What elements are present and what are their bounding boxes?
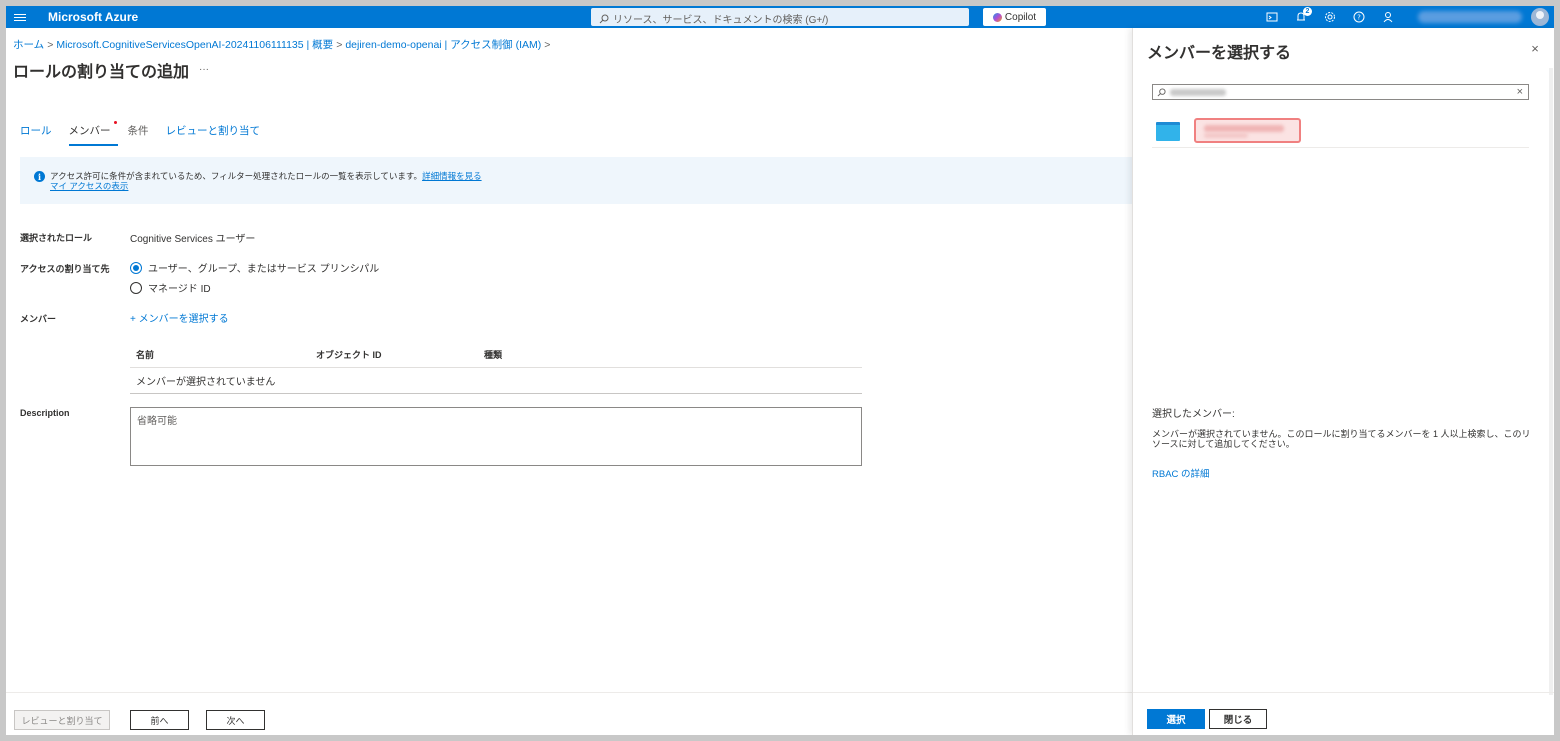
settings-icon[interactable]	[1322, 9, 1338, 25]
info-message: アクセス許可に条件が含まれているため、フィルター処理されたロールの一覧を表示して…	[50, 171, 423, 181]
members-table: 名前 オブジェクト ID 種類 メンバーが選択されていません	[130, 342, 862, 394]
selected-role-value: Cognitive Services ユーザー	[130, 234, 256, 245]
page-title: ロールの割り当ての追加	[13, 64, 190, 81]
breadcrumb-iam[interactable]: dejiren-demo-openai | アクセス制御 (IAM)	[345, 39, 541, 51]
tab-members[interactable]: メンバー	[68, 121, 118, 146]
selected-members-description: メンバーが選択されていません。このロールに割り当てるメンバーを 1 人以上検索し…	[1152, 429, 1531, 449]
my-access-link[interactable]: マイ アクセスの表示	[50, 181, 128, 191]
info-banner: i アクセス許可に条件が含まれているため、フィルター処理されたロールの一覧を表示…	[20, 157, 1132, 204]
search-icon	[1157, 87, 1166, 96]
rbac-details-link[interactable]: RBAC の詳細	[1152, 466, 1210, 480]
tab-role[interactable]: ロール	[20, 123, 59, 146]
close-icon[interactable]: ×	[1529, 41, 1541, 56]
search-query-redacted	[1170, 88, 1226, 96]
app-registration-icon	[1156, 122, 1180, 141]
selected-members-label: 選択したメンバー:	[1152, 409, 1235, 420]
breadcrumb-separator: >	[47, 39, 54, 51]
radio-label-managed-identity: マネージド ID	[148, 284, 211, 295]
help-icon[interactable]: ?	[1351, 9, 1367, 25]
breadcrumb: ホーム > Microsoft.CognitiveServicesOpenAI-20…	[13, 37, 553, 52]
select-members-panel: メンバーを選択する × × 選択したメンバー: メンバーが選択されていません。こ…	[1132, 28, 1554, 735]
notification-badge: 2	[1303, 7, 1312, 16]
search-placeholder: リソース、サービス、ドキュメントの検索 (G+/)	[613, 15, 829, 26]
tab-review-assign[interactable]: レビューと割り当て	[166, 123, 268, 146]
column-object-id: オブジェクト ID	[316, 350, 382, 360]
highlighted-result-redacted[interactable]	[1194, 118, 1301, 143]
close-button[interactable]: 閉じる	[1209, 709, 1267, 729]
radio-user-group-sp[interactable]: ユーザー、グループ、またはサービス プリンシパル	[130, 260, 379, 275]
scrollbar-thumb[interactable]	[1549, 68, 1553, 695]
result-subtext-redacted	[1204, 133, 1248, 138]
table-header: 名前 オブジェクト ID 種類	[130, 342, 862, 368]
member-search-input[interactable]: ×	[1152, 84, 1529, 100]
cloud-shell-icon[interactable]	[1264, 9, 1280, 25]
description-label: Description	[20, 408, 70, 418]
more-options-icon[interactable]: ···	[199, 64, 209, 75]
tab-conditions[interactable]: 条件	[128, 123, 156, 146]
avatar[interactable]	[1531, 8, 1549, 26]
account-name-redacted[interactable]	[1418, 11, 1522, 23]
breadcrumb-separator: >	[544, 39, 551, 51]
copilot-icon	[992, 12, 1002, 22]
brand-title[interactable]: Microsoft Azure	[48, 10, 138, 24]
radio-managed-identity[interactable]: マネージド ID	[130, 280, 211, 295]
search-result-item[interactable]	[1152, 118, 1529, 148]
menu-icon[interactable]	[14, 10, 26, 24]
review-assign-button[interactable]: レビューと割り当て	[14, 710, 110, 730]
table-empty-message: メンバーが選択されていません	[130, 368, 862, 394]
info-icon: i	[34, 171, 45, 182]
clear-search-icon[interactable]: ×	[1517, 86, 1523, 98]
next-button[interactable]: 次へ	[206, 710, 265, 730]
breadcrumb-home[interactable]: ホーム	[13, 39, 44, 51]
azure-portal-window: Microsoft Azure リソース、サービス、ドキュメントの検索 (G+/…	[6, 6, 1554, 735]
members-label: メンバー	[20, 314, 57, 324]
breadcrumb-separator: >	[336, 39, 343, 51]
main-content: ホーム > Microsoft.CognitiveServicesOpenAI-20…	[6, 28, 1132, 735]
selected-role-label: 選択されたロール	[20, 233, 93, 243]
info-text-block: アクセス許可に条件が含まれているため、フィルター処理されたロールの一覧を表示して…	[50, 171, 482, 191]
column-name: 名前	[136, 350, 155, 360]
panel-title: メンバーを選択する	[1147, 45, 1292, 62]
breadcrumb-resource-group[interactable]: Microsoft.CognitiveServicesOpenAI-202411…	[56, 39, 333, 51]
feedback-icon[interactable]	[1380, 9, 1396, 25]
wizard-tabs: ロール メンバー 条件 レビューと割り当て	[20, 121, 277, 146]
global-search-input[interactable]: リソース、サービス、ドキュメントの検索 (G+/)	[591, 8, 969, 26]
svg-text:?: ?	[1357, 14, 1361, 22]
result-name-redacted	[1204, 125, 1284, 132]
radio-label-user-group-sp: ユーザー、グループ、またはサービス プリンシパル	[148, 264, 380, 275]
column-type: 種類	[484, 350, 503, 360]
panel-scrollbar[interactable]	[1547, 68, 1554, 695]
description-textarea[interactable]: 省略可能	[130, 407, 862, 466]
panel-footer: 選択 閉じる	[1133, 692, 1554, 735]
top-nav-bar: Microsoft Azure リソース、サービス、ドキュメントの検索 (G+/…	[6, 6, 1554, 28]
learn-more-link[interactable]: 詳細情報を見る	[422, 171, 482, 181]
copilot-label: Copilot	[1004, 11, 1037, 23]
select-members-link[interactable]: + メンバーを選択する	[130, 310, 229, 325]
assign-access-label: アクセスの割り当て先	[20, 264, 110, 274]
radio-button-unchecked[interactable]	[130, 281, 142, 294]
notifications-icon[interactable]: 2	[1293, 7, 1312, 25]
previous-button[interactable]: 前へ	[130, 710, 189, 730]
copilot-button[interactable]: Copilot	[983, 8, 1046, 26]
search-icon	[599, 14, 609, 23]
wizard-footer: レビューと割り当て 前へ 次へ	[6, 692, 1132, 735]
select-button[interactable]: 選択	[1147, 709, 1205, 729]
radio-button-checked[interactable]	[130, 261, 142, 274]
